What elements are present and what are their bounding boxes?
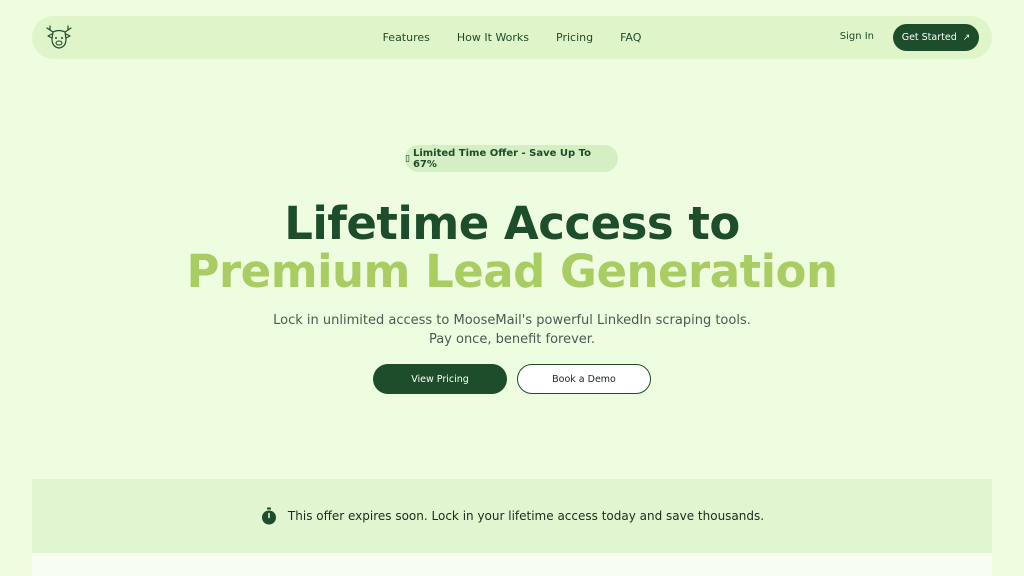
stopwatch-icon [261,507,276,525]
view-pricing-button[interactable]: View Pricing [373,364,507,394]
headline-line-1: Lifetime Access to [284,197,740,250]
hero-subtext-line-1: Lock in unlimited access to MooseMail's … [273,313,751,328]
limited-offer-badge: ▯ Limited Time Offer - Save Up To 67% [405,145,618,172]
badge-text: Limited Time Offer - Save Up To 67% [412,147,592,170]
nav-link-how-it-works[interactable]: How It Works [457,31,529,44]
content-panel [32,553,992,576]
top-nav: Features How It Works Pricing FAQ Sign I… [32,16,992,59]
arrow-up-right-icon: ↗ [962,32,971,43]
nav-link-pricing[interactable]: Pricing [556,31,593,44]
nav-link-features[interactable]: Features [383,31,430,44]
hero-subtext-line-2: Pay once, benefit forever. [428,332,596,347]
offer-icon: ▯ [405,153,410,164]
nav-link-faq[interactable]: FAQ [620,31,641,44]
moose-head-icon[interactable] [44,22,74,52]
sign-in-link[interactable]: Sign In [840,31,874,42]
get-started-label: Get Started [901,32,957,43]
get-started-button[interactable]: Get Started ↗ [893,24,979,51]
offer-expiry-banner: This offer expires soon. Lock in your li… [32,479,992,553]
headline-line-2: Premium Lead Generation [186,245,839,298]
banner-text: This offer expires soon. Lock in your li… [287,509,765,523]
book-demo-button[interactable]: Book a Demo [517,364,651,394]
